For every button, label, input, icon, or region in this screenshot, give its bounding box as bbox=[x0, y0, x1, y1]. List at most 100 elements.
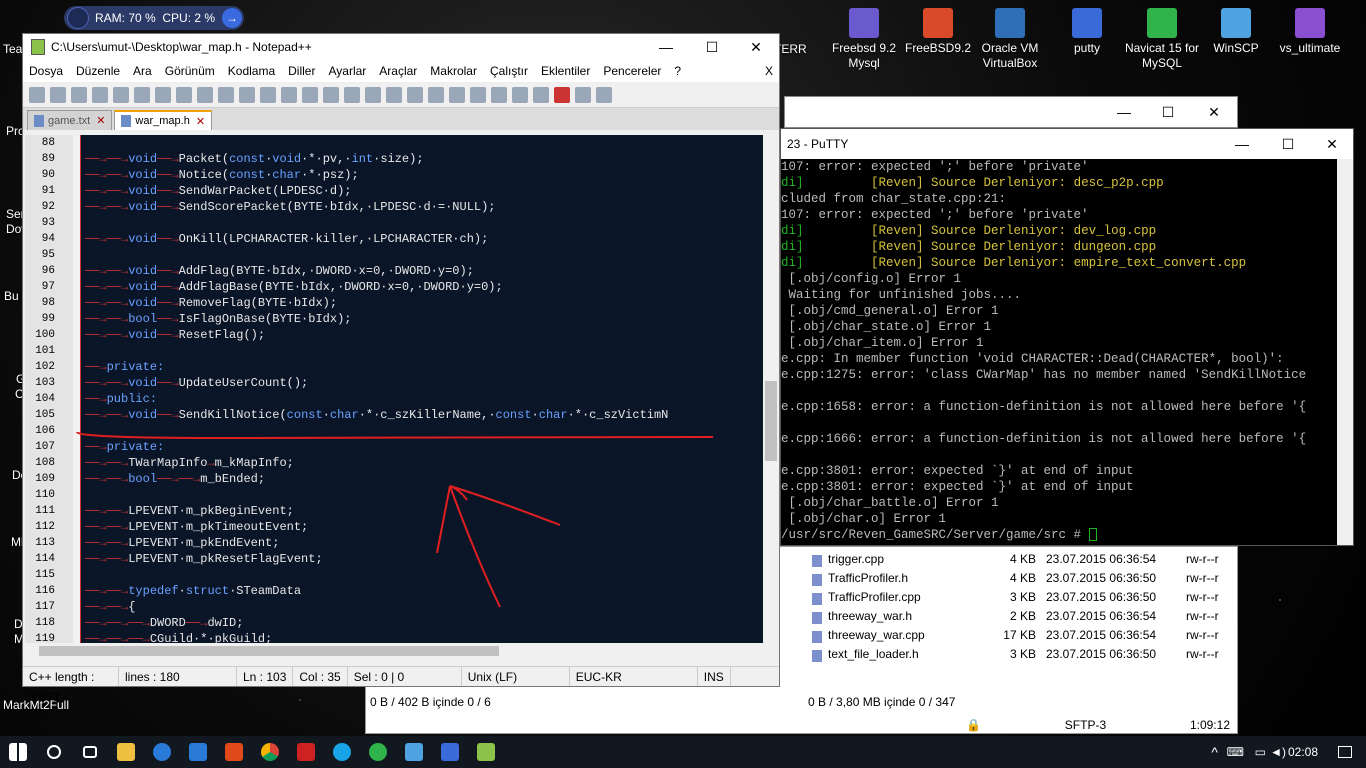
close-icon[interactable]: ✕ bbox=[1191, 97, 1237, 127]
close-all-icon[interactable] bbox=[134, 86, 150, 103]
zoom-in-icon[interactable] bbox=[323, 86, 339, 103]
find-icon[interactable] bbox=[281, 86, 297, 103]
menu-macro[interactable]: Makrolar bbox=[430, 64, 477, 78]
save-icon[interactable] bbox=[71, 86, 87, 103]
code-line[interactable]: ──→──→void──→AddFlag(BYTE·bIdx,·DWORD·x=… bbox=[85, 263, 763, 279]
close-tab-icon[interactable]: ✕ bbox=[96, 114, 105, 127]
taskbar-notepadpp[interactable] bbox=[468, 736, 504, 768]
table-row[interactable]: TrafficProfiler.cpp 3 KB 23.07.2015 06:36:… bbox=[806, 587, 1236, 606]
doc-map-icon[interactable] bbox=[470, 86, 486, 103]
taskbar-app[interactable] bbox=[288, 736, 324, 768]
indent-guide-icon[interactable] bbox=[449, 86, 465, 103]
code-line[interactable] bbox=[85, 567, 763, 583]
code-line[interactable]: ──→──→typedef·struct·STeamData bbox=[85, 583, 763, 599]
notepadpp-window[interactable]: C:\Users\umut-\Desktop\war_map.h - Notep… bbox=[22, 33, 780, 704]
show-all-icon[interactable] bbox=[428, 86, 444, 103]
code-editor[interactable]: 88 89 90 91 92 93 94 95 96 97 98 99 100 101 102 103 104 1… bbox=[25, 135, 763, 643]
code-line[interactable]: ──→──→LPEVENT·m_pkEndEvent; bbox=[85, 535, 763, 551]
table-row[interactable]: TrafficProfiler.h 4 KB 23.07.2015 06:36:50… bbox=[806, 568, 1236, 587]
menu-window[interactable]: Pencereler bbox=[603, 64, 661, 78]
code-line[interactable]: ──→──→void──→AddFlagBase(BYTE·bIdx,·DWOR… bbox=[85, 279, 763, 295]
code-line[interactable] bbox=[85, 215, 763, 231]
undo-icon[interactable] bbox=[239, 86, 255, 103]
code-line[interactable]: ──→──→──→DWORD──→dwID; bbox=[85, 615, 763, 631]
menu-encoding[interactable]: Kodlama bbox=[228, 64, 275, 78]
menu-file[interactable]: Dosya bbox=[29, 64, 63, 78]
new-file-icon[interactable] bbox=[29, 86, 45, 103]
code-line[interactable]: ──→──→bool──→──→m_bEnded; bbox=[85, 471, 763, 487]
taskbar-skype[interactable] bbox=[324, 736, 360, 768]
tab-war-map-h[interactable]: war_map.h ✕ bbox=[114, 110, 213, 130]
background-window[interactable]: — ☐ ✕ bbox=[784, 96, 1238, 128]
system-monitor-widget[interactable]: RAM: 70 % CPU: 2 % → bbox=[64, 6, 244, 30]
close-icon[interactable] bbox=[113, 86, 129, 103]
function-list-icon[interactable] bbox=[491, 86, 507, 103]
clock[interactable]: 02:08 bbox=[1288, 736, 1318, 768]
desktop-icon-vs-ultimate[interactable]: vs_ultimate bbox=[1272, 8, 1348, 56]
horizontal-scrollbar[interactable] bbox=[25, 643, 763, 659]
redo-icon[interactable] bbox=[260, 86, 276, 103]
desktop-icon-winscp[interactable]: WinSCP bbox=[1198, 8, 1274, 56]
desktop-icon-virtualbox[interactable]: Oracle VM VirtualBox bbox=[972, 8, 1048, 71]
cut-icon[interactable] bbox=[176, 86, 192, 103]
code-line[interactable]: ──→──→LPEVENT·m_pkTimeoutEvent; bbox=[85, 519, 763, 535]
table-row[interactable]: trigger.cpp 4 KB 23.07.2015 06:36:54 rw-r--… bbox=[806, 549, 1236, 568]
wrap-icon[interactable] bbox=[407, 86, 423, 103]
menu-search[interactable]: Ara bbox=[133, 64, 152, 78]
paste-icon[interactable] bbox=[218, 86, 234, 103]
scroll-thumb[interactable] bbox=[39, 646, 499, 656]
code-line[interactable]: ──→──→{ bbox=[85, 599, 763, 615]
terminal-output[interactable]: 107: error: expected ';' before 'private… bbox=[781, 159, 1339, 545]
code-line[interactable]: ──→──→void──→Packet(const·void·*·pv,·int… bbox=[85, 151, 763, 167]
sync-v-icon[interactable] bbox=[365, 86, 381, 103]
code-line[interactable]: ──→──→void──→SendScorePacket(BYTE·bIdx,·… bbox=[85, 199, 763, 215]
code-line[interactable] bbox=[85, 423, 763, 439]
code-line[interactable] bbox=[85, 247, 763, 263]
code-line[interactable]: ──→──→void──→SendKillNotice(const·char·*… bbox=[85, 407, 763, 423]
tray-chevron-icon[interactable]: ^ bbox=[1211, 744, 1218, 760]
stop-macro-icon[interactable] bbox=[575, 86, 591, 103]
copy-icon[interactable] bbox=[197, 86, 213, 103]
scroll-thumb[interactable] bbox=[765, 381, 777, 461]
code-line[interactable]: ──→──→void──→ResetFlag(); bbox=[85, 327, 763, 343]
close-doc-icon[interactable]: X bbox=[765, 64, 773, 78]
taskbar-putty[interactable] bbox=[432, 736, 468, 768]
taskbar-chrome[interactable] bbox=[252, 736, 288, 768]
record-macro-icon[interactable] bbox=[554, 86, 570, 103]
maximize-icon[interactable]: ☐ bbox=[689, 34, 735, 60]
menu-plugins[interactable]: Eklentiler bbox=[541, 64, 590, 78]
code-line[interactable]: ──→──→LPEVENT·m_pkResetFlagEvent; bbox=[85, 551, 763, 567]
menu-edit[interactable]: Düzenle bbox=[76, 64, 120, 78]
search-button[interactable] bbox=[36, 736, 72, 768]
table-row[interactable]: threeway_war.h 2 KB 23.07.2015 06:36:54 rw-… bbox=[806, 606, 1236, 625]
desktop-icon-freebsd92[interactable]: FreeBSD9.2 bbox=[900, 8, 976, 56]
code-line[interactable]: ──→──→bool──→IsFlagOnBase(BYTE·bIdx); bbox=[85, 311, 763, 327]
code-line[interactable] bbox=[85, 343, 763, 359]
desktop-icon-putty[interactable]: putty bbox=[1049, 8, 1125, 56]
code-line[interactable] bbox=[85, 487, 763, 503]
replace-icon[interactable] bbox=[302, 86, 318, 103]
code-line[interactable]: ──→──→void──→UpdateUserCount(); bbox=[85, 375, 763, 391]
desktop-icon-freebsd-mysql[interactable]: Freebsd 9.2 Mysql bbox=[826, 8, 902, 71]
minimize-icon[interactable]: — bbox=[1101, 97, 1147, 127]
menu-help[interactable]: ? bbox=[674, 64, 681, 78]
vertical-scrollbar[interactable] bbox=[763, 135, 779, 643]
folder-icon[interactable] bbox=[512, 86, 528, 103]
table-row[interactable]: threeway_war.cpp 17 KB 23.07.2015 06:36:54… bbox=[806, 625, 1236, 644]
taskbar-office[interactable] bbox=[216, 736, 252, 768]
menu-language[interactable]: Diller bbox=[288, 64, 315, 78]
code-line[interactable]: ──→private: bbox=[85, 359, 763, 375]
code-line[interactable]: ──→──→LPEVENT·m_pkBeginEvent; bbox=[85, 503, 763, 519]
volume-icon[interactable]: ◄) bbox=[1270, 745, 1286, 759]
desktop-icon-navicat[interactable]: Navicat 15 for MySQL bbox=[1124, 8, 1200, 71]
start-button[interactable] bbox=[0, 736, 36, 768]
code-line[interactable]: ──→private: bbox=[85, 439, 763, 455]
taskbar-mail[interactable] bbox=[180, 736, 216, 768]
code-line[interactable]: ──→──→──→CGuild·*·pkGuild; bbox=[85, 631, 763, 643]
notepad-title-bar[interactable]: C:\Users\umut-\Desktop\war_map.h - Notep… bbox=[23, 34, 779, 60]
taskbar-winscp[interactable] bbox=[396, 736, 432, 768]
menu-tools[interactable]: Araçlar bbox=[379, 64, 417, 78]
putty-window[interactable]: 23 - PuTTY — ☐ ✕ 107: error: expected ';… bbox=[780, 128, 1354, 546]
remote-file-list[interactable]: trigger.cpp 4 KB 23.07.2015 06:36:54 rw-r--… bbox=[806, 549, 1236, 677]
taskbar-navicat[interactable] bbox=[360, 736, 396, 768]
